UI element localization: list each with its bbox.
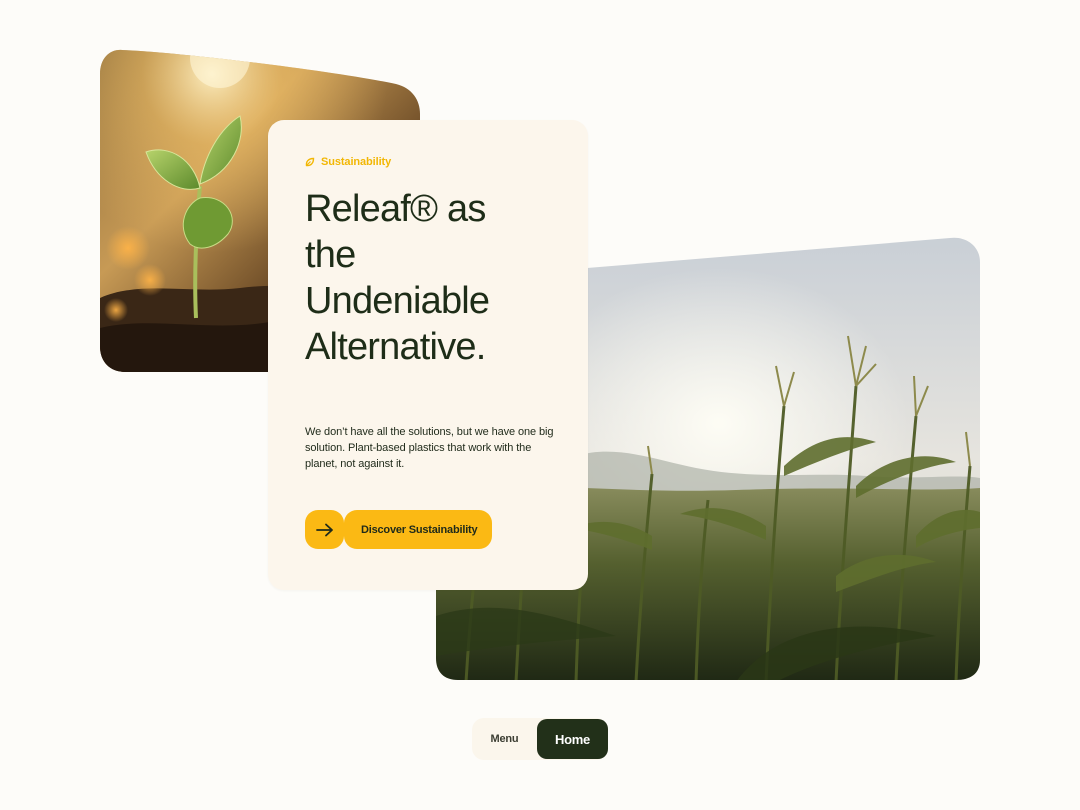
headline-line: the: [305, 234, 356, 276]
home-button[interactable]: Home: [537, 719, 608, 759]
arrow-right-icon: [315, 523, 334, 537]
cta-arrow-button[interactable]: [305, 510, 344, 549]
headline-line: Alternative.: [305, 326, 486, 368]
eyebrow: Sustainability: [305, 156, 391, 168]
content-card: Sustainability Releaf® as the Undeniable…: [268, 120, 588, 590]
menu-button[interactable]: Menu: [472, 718, 537, 760]
discover-sustainability-button[interactable]: Discover Sustainability: [344, 510, 493, 549]
discover-sustainability-cta[interactable]: Discover Sustainability: [305, 510, 493, 549]
leaf-icon: [305, 157, 315, 167]
headline-line: Undeniable: [305, 280, 490, 322]
page-title: Releaf® as the Undeniable Alternative.: [305, 186, 565, 370]
eyebrow-label: Sustainability: [321, 156, 392, 168]
body-copy: We don’t have all the solutions, but we …: [305, 426, 554, 470]
headline-line: Releaf® as: [305, 188, 486, 230]
bottom-nav: Menu Home: [472, 718, 608, 760]
